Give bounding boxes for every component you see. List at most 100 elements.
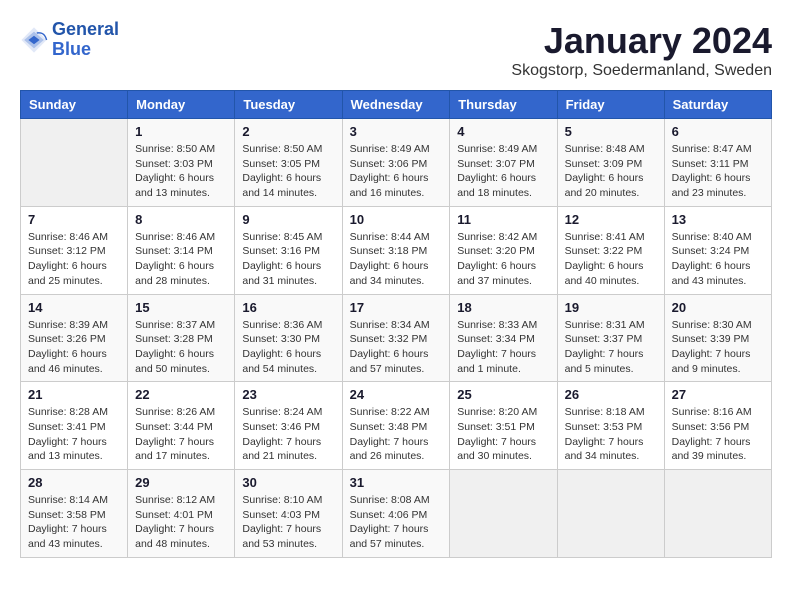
day-number: 5 <box>565 124 657 139</box>
day-info: Sunrise: 8:45 AM Sunset: 3:16 PM Dayligh… <box>242 230 334 289</box>
day-number: 21 <box>28 387 120 402</box>
day-number: 14 <box>28 300 120 315</box>
calendar-week-4: 21 Sunrise: 8:28 AM Sunset: 3:41 PM Dayli… <box>21 382 772 470</box>
calendar-cell: 27 Sunrise: 8:16 AM Sunset: 3:56 PM Dayli… <box>664 382 771 470</box>
header-friday: Friday <box>557 91 664 119</box>
day-number: 2 <box>242 124 334 139</box>
day-number: 8 <box>135 212 227 227</box>
day-info: Sunrise: 8:28 AM Sunset: 3:41 PM Dayligh… <box>28 405 120 464</box>
logo-text: General Blue <box>52 20 119 60</box>
calendar-cell: 28 Sunrise: 8:14 AM Sunset: 3:58 PM Dayli… <box>21 470 128 558</box>
day-number: 9 <box>242 212 334 227</box>
day-number: 29 <box>135 475 227 490</box>
day-info: Sunrise: 8:42 AM Sunset: 3:20 PM Dayligh… <box>457 230 549 289</box>
day-info: Sunrise: 8:30 AM Sunset: 3:39 PM Dayligh… <box>672 318 764 377</box>
day-number: 12 <box>565 212 657 227</box>
day-number: 31 <box>350 475 443 490</box>
calendar-week-1: 1 Sunrise: 8:50 AM Sunset: 3:03 PM Daylig… <box>21 119 772 207</box>
title-section: January 2024 Skogstorp, Soedermanland, S… <box>511 20 772 80</box>
month-title: January 2024 <box>511 20 772 62</box>
calendar-cell: 1 Sunrise: 8:50 AM Sunset: 3:03 PM Daylig… <box>128 119 235 207</box>
calendar-cell <box>557 470 664 558</box>
day-info: Sunrise: 8:49 AM Sunset: 3:07 PM Dayligh… <box>457 142 549 201</box>
calendar-cell: 8Sunrise: 8:46 AM Sunset: 3:14 PM Daylig… <box>128 206 235 294</box>
day-info: Sunrise: 8:34 AM Sunset: 3:32 PM Dayligh… <box>350 318 443 377</box>
calendar-cell: 6 Sunrise: 8:47 AM Sunset: 3:11 PM Daylig… <box>664 119 771 207</box>
calendar-cell: 3 Sunrise: 8:49 AM Sunset: 3:06 PM Daylig… <box>342 119 450 207</box>
calendar-cell: 19 Sunrise: 8:31 AM Sunset: 3:37 PM Dayli… <box>557 294 664 382</box>
day-info: Sunrise: 8:41 AM Sunset: 3:22 PM Dayligh… <box>565 230 657 289</box>
day-info: Sunrise: 8:24 AM Sunset: 3:46 PM Dayligh… <box>242 405 334 464</box>
calendar-cell: 12 Sunrise: 8:41 AM Sunset: 3:22 PM Dayli… <box>557 206 664 294</box>
day-info: Sunrise: 8:48 AM Sunset: 3:09 PM Dayligh… <box>565 142 657 201</box>
calendar-cell: 15 Sunrise: 8:37 AM Sunset: 3:28 PM Dayli… <box>128 294 235 382</box>
calendar-cell <box>664 470 771 558</box>
day-info: Sunrise: 8:47 AM Sunset: 3:11 PM Dayligh… <box>672 142 764 201</box>
calendar-cell: 31 Sunrise: 8:08 AM Sunset: 4:06 PM Dayli… <box>342 470 450 558</box>
day-number: 3 <box>350 124 443 139</box>
calendar-cell: 2 Sunrise: 8:50 AM Sunset: 3:05 PM Daylig… <box>235 119 342 207</box>
day-info: Sunrise: 8:33 AM Sunset: 3:34 PM Dayligh… <box>457 318 549 377</box>
day-info: Sunrise: 8:16 AM Sunset: 3:56 PM Dayligh… <box>672 405 764 464</box>
day-number: 10 <box>350 212 443 227</box>
location-title: Skogstorp, Soedermanland, Sweden <box>511 62 772 80</box>
day-number: 26 <box>565 387 657 402</box>
calendar-cell: 24Sunrise: 8:22 AM Sunset: 3:48 PM Dayli… <box>342 382 450 470</box>
calendar-cell: 25 Sunrise: 8:20 AM Sunset: 3:51 PM Dayli… <box>450 382 557 470</box>
calendar-cell <box>450 470 557 558</box>
header-wednesday: Wednesday <box>342 91 450 119</box>
day-number: 7 <box>28 212 120 227</box>
page-header: General Blue January 2024 Skogstorp, Soe… <box>20 20 772 80</box>
day-info: Sunrise: 8:10 AM Sunset: 4:03 PM Dayligh… <box>242 493 334 552</box>
calendar-cell: 20Sunrise: 8:30 AM Sunset: 3:39 PM Dayli… <box>664 294 771 382</box>
calendar-table: SundayMondayTuesdayWednesdayThursdayFrid… <box>20 90 772 558</box>
day-number: 17 <box>350 300 443 315</box>
calendar-cell: 14Sunrise: 8:39 AM Sunset: 3:26 PM Dayli… <box>21 294 128 382</box>
day-number: 13 <box>672 212 764 227</box>
day-info: Sunrise: 8:50 AM Sunset: 3:03 PM Dayligh… <box>135 142 227 201</box>
day-info: Sunrise: 8:44 AM Sunset: 3:18 PM Dayligh… <box>350 230 443 289</box>
day-number: 22 <box>135 387 227 402</box>
day-number: 1 <box>135 124 227 139</box>
day-number: 19 <box>565 300 657 315</box>
day-info: Sunrise: 8:31 AM Sunset: 3:37 PM Dayligh… <box>565 318 657 377</box>
calendar-cell: 30 Sunrise: 8:10 AM Sunset: 4:03 PM Dayli… <box>235 470 342 558</box>
calendar-cell: 26Sunrise: 8:18 AM Sunset: 3:53 PM Dayli… <box>557 382 664 470</box>
calendar-cell: 22 Sunrise: 8:26 AM Sunset: 3:44 PM Dayli… <box>128 382 235 470</box>
day-info: Sunrise: 8:40 AM Sunset: 3:24 PM Dayligh… <box>672 230 764 289</box>
calendar-cell: 5 Sunrise: 8:48 AM Sunset: 3:09 PM Daylig… <box>557 119 664 207</box>
day-info: Sunrise: 8:49 AM Sunset: 3:06 PM Dayligh… <box>350 142 443 201</box>
calendar-cell: 23 Sunrise: 8:24 AM Sunset: 3:46 PM Dayli… <box>235 382 342 470</box>
header-monday: Monday <box>128 91 235 119</box>
day-number: 30 <box>242 475 334 490</box>
day-info: Sunrise: 8:22 AM Sunset: 3:48 PM Dayligh… <box>350 405 443 464</box>
day-number: 4 <box>457 124 549 139</box>
day-info: Sunrise: 8:37 AM Sunset: 3:28 PM Dayligh… <box>135 318 227 377</box>
day-info: Sunrise: 8:20 AM Sunset: 3:51 PM Dayligh… <box>457 405 549 464</box>
day-info: Sunrise: 8:14 AM Sunset: 3:58 PM Dayligh… <box>28 493 120 552</box>
calendar-week-2: 7Sunrise: 8:46 AM Sunset: 3:12 PM Daylig… <box>21 206 772 294</box>
day-number: 25 <box>457 387 549 402</box>
day-info: Sunrise: 8:36 AM Sunset: 3:30 PM Dayligh… <box>242 318 334 377</box>
calendar-cell: 10 Sunrise: 8:44 AM Sunset: 3:18 PM Dayli… <box>342 206 450 294</box>
calendar-cell: 7Sunrise: 8:46 AM Sunset: 3:12 PM Daylig… <box>21 206 128 294</box>
day-number: 27 <box>672 387 764 402</box>
logo: General Blue <box>20 20 119 60</box>
calendar-week-3: 14Sunrise: 8:39 AM Sunset: 3:26 PM Dayli… <box>21 294 772 382</box>
calendar-cell: 4 Sunrise: 8:49 AM Sunset: 3:07 PM Daylig… <box>450 119 557 207</box>
day-number: 6 <box>672 124 764 139</box>
calendar-cell: 21 Sunrise: 8:28 AM Sunset: 3:41 PM Dayli… <box>21 382 128 470</box>
logo-icon <box>20 26 48 54</box>
day-info: Sunrise: 8:08 AM Sunset: 4:06 PM Dayligh… <box>350 493 443 552</box>
day-number: 15 <box>135 300 227 315</box>
header-saturday: Saturday <box>664 91 771 119</box>
calendar-cell: 18Sunrise: 8:33 AM Sunset: 3:34 PM Dayli… <box>450 294 557 382</box>
day-number: 16 <box>242 300 334 315</box>
day-info: Sunrise: 8:26 AM Sunset: 3:44 PM Dayligh… <box>135 405 227 464</box>
calendar-cell: 13 Sunrise: 8:40 AM Sunset: 3:24 PM Dayli… <box>664 206 771 294</box>
day-number: 28 <box>28 475 120 490</box>
calendar-cell: 9 Sunrise: 8:45 AM Sunset: 3:16 PM Daylig… <box>235 206 342 294</box>
calendar-week-5: 28 Sunrise: 8:14 AM Sunset: 3:58 PM Dayli… <box>21 470 772 558</box>
day-info: Sunrise: 8:50 AM Sunset: 3:05 PM Dayligh… <box>242 142 334 201</box>
day-number: 23 <box>242 387 334 402</box>
